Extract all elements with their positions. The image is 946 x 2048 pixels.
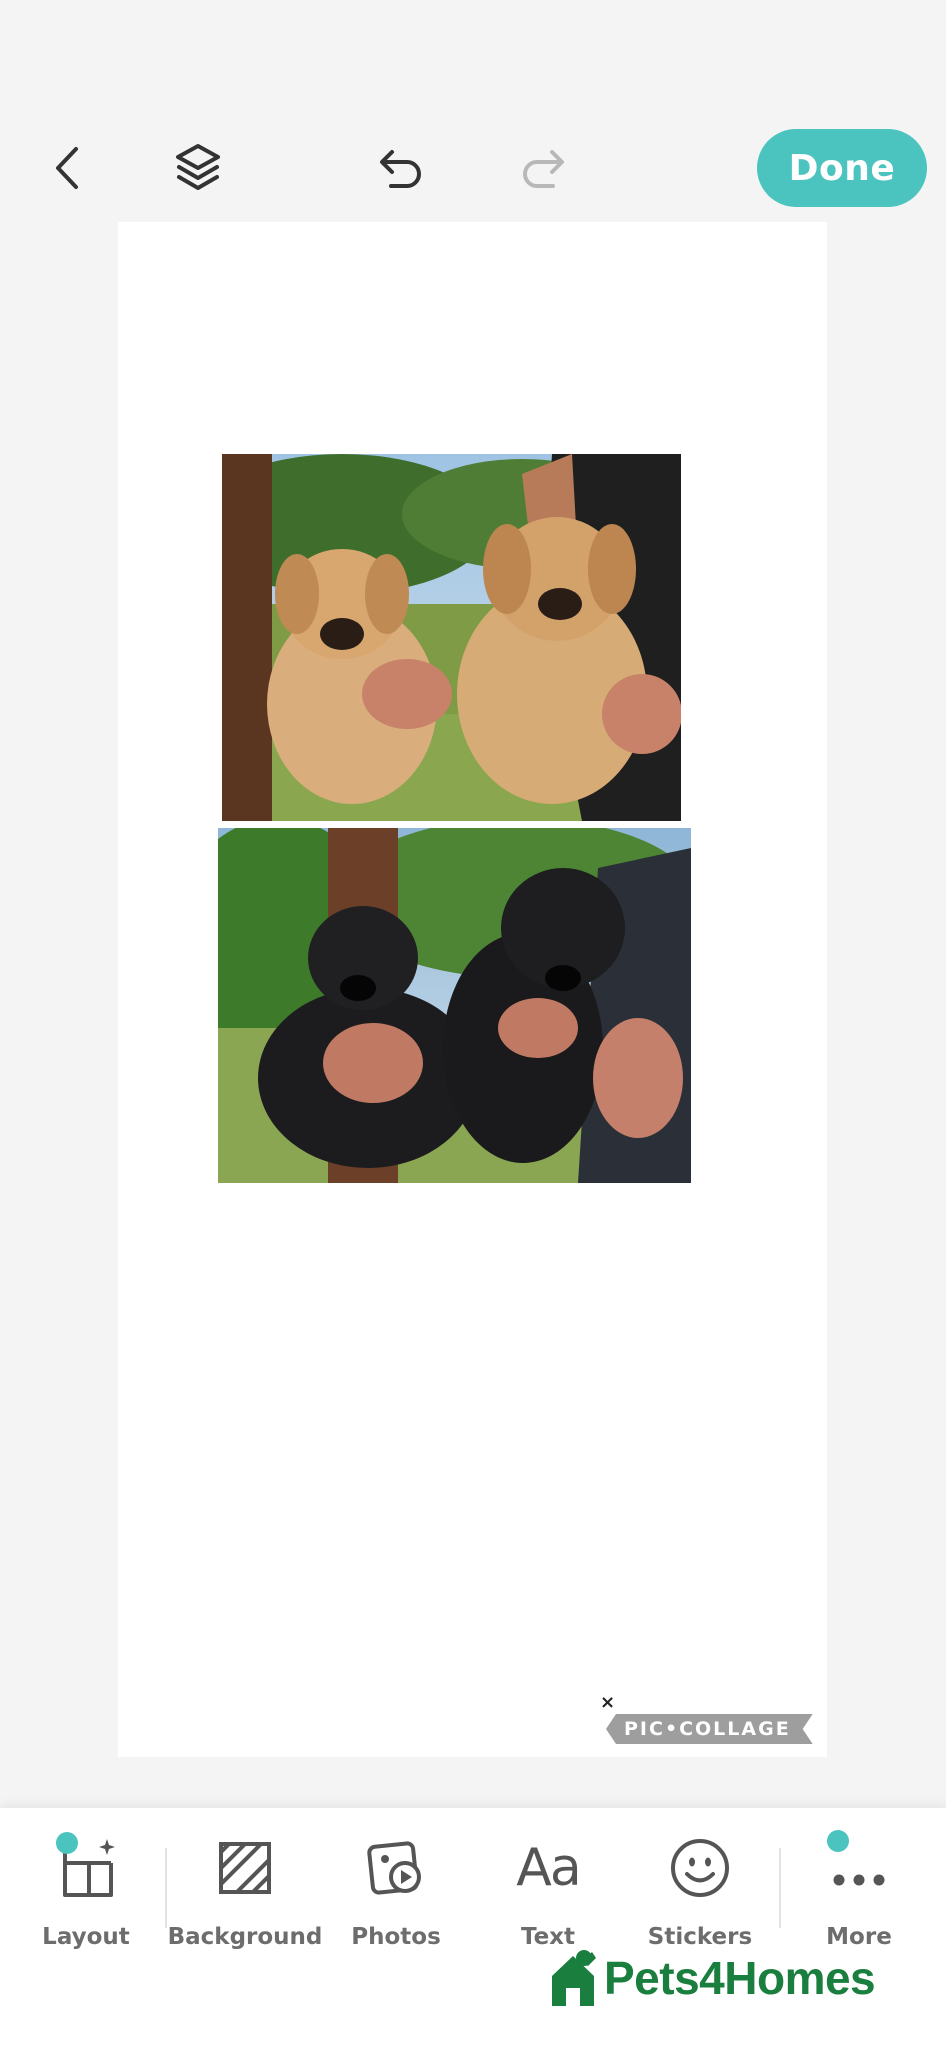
redo-icon <box>523 150 564 188</box>
brand-name: Pets4Homes <box>604 1952 876 2004</box>
done-button[interactable]: Done <box>757 129 927 207</box>
collage-canvas[interactable]: × PIC•COLLAGE <box>118 222 827 1757</box>
text-aa-icon: Aa <box>516 1838 581 1898</box>
tool-more[interactable]: More <box>784 1828 934 1968</box>
tool-label-text: Text <box>520 1924 576 1950</box>
pic-collage-watermark[interactable]: × PIC•COLLAGE <box>600 1694 813 1744</box>
tool-label-photos: Photos <box>351 1924 441 1950</box>
undo-button[interactable] <box>352 120 448 216</box>
toolbar-divider <box>165 1848 167 1928</box>
black-puppies-image <box>218 828 691 1183</box>
tool-label-stickers: Stickers <box>647 1924 753 1950</box>
photos-icon <box>367 1841 421 1895</box>
tool-label-background: Background <box>167 1924 323 1950</box>
yellow-puppies-image <box>222 454 681 821</box>
tool-stickers[interactable]: Stickers <box>625 1828 775 1968</box>
back-button[interactable] <box>20 120 116 216</box>
pets4homes-logo: Pets4Homes <box>548 1948 876 2008</box>
photo-black-puppies[interactable] <box>218 828 691 1183</box>
top-toolbar: Done <box>0 120 946 216</box>
redo-button[interactable] <box>496 120 592 216</box>
layers-button[interactable] <box>150 120 246 216</box>
tool-text[interactable]: Aa Text <box>473 1828 623 1968</box>
tool-label-layout: Layout <box>42 1924 130 1950</box>
pets4homes-house-icon <box>552 1950 596 2006</box>
smiley-sticker-icon <box>671 1839 729 1897</box>
tool-label-more: More <box>826 1924 892 1950</box>
undo-icon <box>380 150 421 188</box>
new-indicator-dot <box>827 1830 849 1852</box>
photo-yellow-puppies[interactable] <box>222 454 681 821</box>
background-pattern-icon <box>219 1842 271 1894</box>
tool-photos[interactable]: Photos <box>321 1828 471 1968</box>
bottom-toolbar: Layout Background Photos Aa Text Sticker… <box>0 1808 946 2048</box>
tool-background[interactable]: Background <box>167 1828 323 1968</box>
chevron-left-icon <box>56 147 78 189</box>
new-indicator-dot <box>56 1832 78 1854</box>
remove-watermark-icon[interactable]: × <box>600 1694 615 1712</box>
toolbar-divider <box>779 1848 781 1928</box>
tool-layout[interactable]: Layout <box>11 1828 161 1968</box>
watermark-label: PIC•COLLAGE <box>606 1714 813 1744</box>
layers-icon <box>176 144 220 190</box>
